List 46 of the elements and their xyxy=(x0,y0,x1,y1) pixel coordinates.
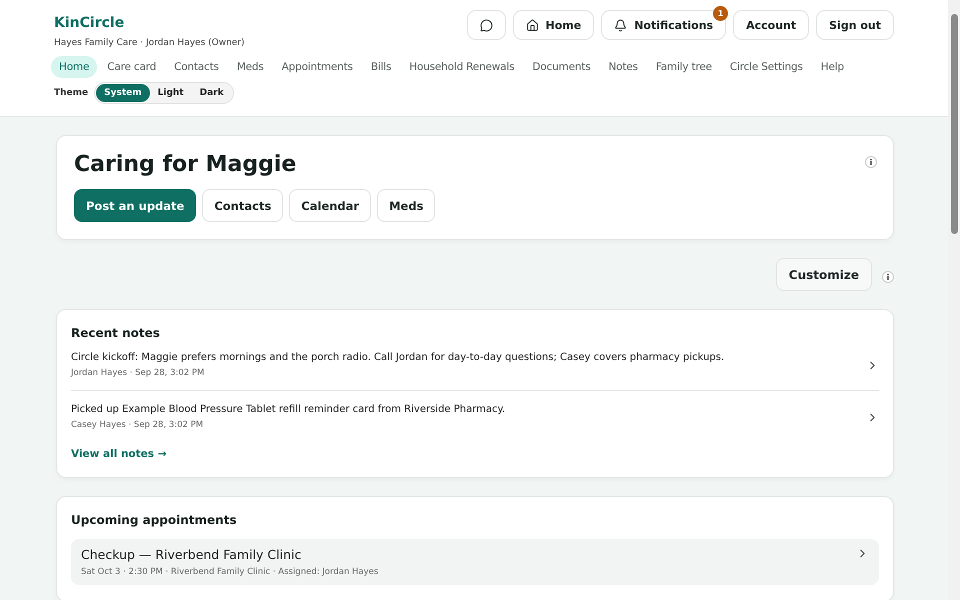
quick-link-button[interactable]: Meds xyxy=(377,189,436,222)
theme-option[interactable]: System xyxy=(96,84,150,102)
customize-button[interactable]: Customize xyxy=(776,258,872,291)
nav-tab[interactable]: Help xyxy=(812,56,852,78)
nav-tab[interactable]: Appointments xyxy=(274,56,361,78)
quick-link-button[interactable]: Contacts xyxy=(202,189,284,222)
nav-tab[interactable]: Care card xyxy=(99,56,164,78)
note-text[interactable]: Picked up Example Blood Pressure Tablet refill reminder card from Riverside Pharmacy. xyxy=(71,404,506,415)
header-button[interactable]: Account xyxy=(733,10,810,40)
scrollbar-thumb[interactable] xyxy=(950,14,958,234)
view-all-link[interactable]: View all notes → xyxy=(71,448,166,460)
nav-tab[interactable]: Meds xyxy=(228,56,272,78)
header-button[interactable]: Sign out xyxy=(816,10,894,40)
house-icon xyxy=(526,18,539,32)
nav-tab[interactable]: Bills xyxy=(362,56,400,78)
appointment-row[interactable]: Checkup — Riverbend Family Clinic Sat Oct 3 · 2:30 PM · Riverbend Family Clinic · Assigned: Jordan Hayes xyxy=(71,539,879,585)
info-icon[interactable] xyxy=(865,156,877,168)
notification-count-badge: 1 xyxy=(713,6,728,21)
nav-tab[interactable]: Family tree xyxy=(648,56,720,78)
chat-bubble-icon xyxy=(480,18,493,32)
card-title: Upcoming appointments xyxy=(71,513,238,527)
home-button[interactable]: Home xyxy=(512,10,594,40)
brand-name: KinCircle xyxy=(54,15,126,31)
chat-button[interactable] xyxy=(466,10,506,40)
circle-subtitle: Hayes Family Care · Jordan Hayes (Owner) xyxy=(54,38,245,48)
note-meta: Casey Hayes · Sep 28, 3:02 PM xyxy=(71,420,204,430)
bell-icon xyxy=(614,18,628,32)
note-text[interactable]: Circle kickoff: Maggie prefers mornings and the porch radio. Call Jordan for day-to-day questions; Casey covers pharmacy pickups. xyxy=(71,352,724,363)
appointment-meta: Sat Oct 3 · 2:30 PM · Riverbend Family Clinic · Assigned: Jordan Hayes xyxy=(81,567,378,577)
nav-tab[interactable]: Documents xyxy=(524,56,598,78)
nav-tab[interactable]: Circle Settings xyxy=(722,56,811,78)
hero-title: Caring for Maggie xyxy=(74,152,296,177)
nav-tab[interactable]: Home xyxy=(51,56,98,78)
note-meta: Jordan Hayes · Sep 28, 3:02 PM xyxy=(71,368,206,378)
theme-option[interactable]: Light xyxy=(150,84,192,102)
info-icon[interactable] xyxy=(882,270,894,282)
card-title: Recent notes xyxy=(71,326,161,340)
primary-button[interactable]: Post an update xyxy=(74,189,196,222)
theme-option[interactable]: Dark xyxy=(192,84,232,102)
nav-tab[interactable]: Notes xyxy=(600,56,646,78)
appointment-title: Checkup — Riverbend Family Clinic xyxy=(81,547,302,562)
quick-link-button[interactable]: Calendar xyxy=(289,189,372,222)
scrollbar[interactable] xyxy=(948,0,960,600)
nav-tab[interactable]: Contacts xyxy=(166,56,227,78)
theme-label: Theme xyxy=(54,88,88,98)
nav-tab[interactable]: Household Renewals xyxy=(401,56,522,78)
